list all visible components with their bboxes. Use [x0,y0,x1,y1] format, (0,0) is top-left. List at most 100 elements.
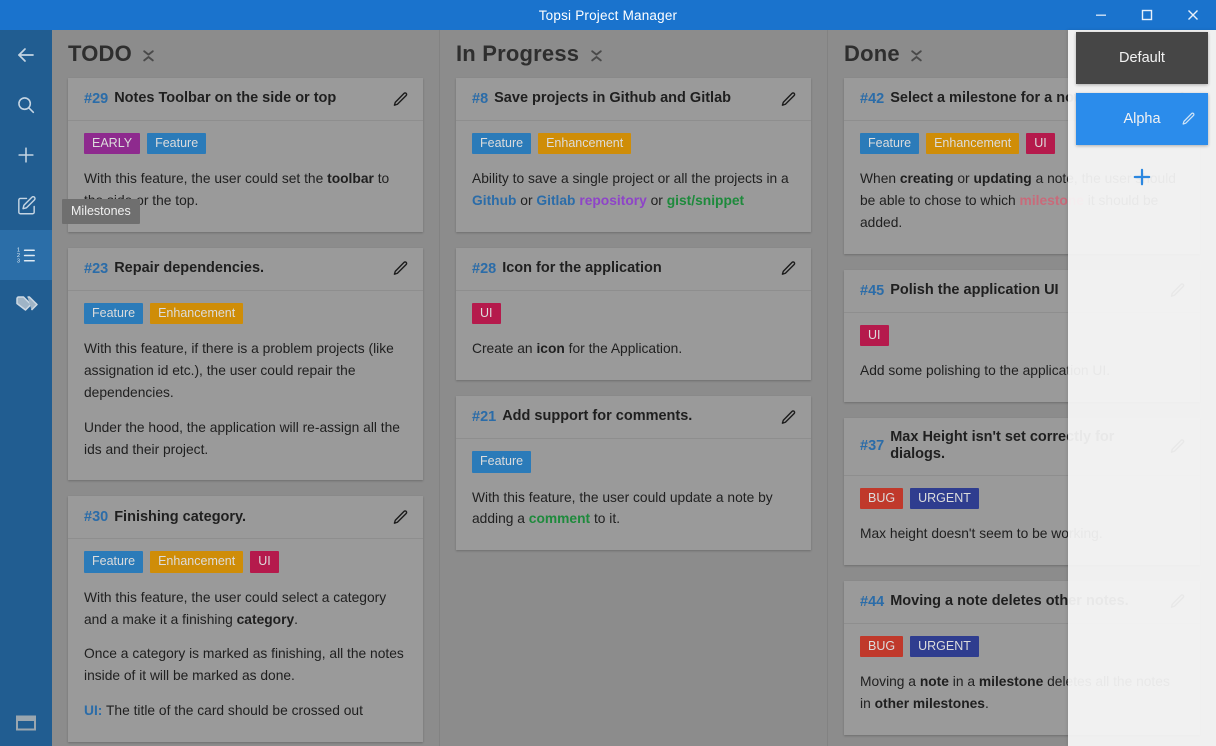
collapse-column-icon[interactable] [909,43,925,65]
milestone-label: Alpha [1123,111,1161,127]
tag-badge[interactable]: URGENT [910,635,979,658]
tag-badge[interactable]: UI [860,324,889,347]
svg-text:3: 3 [16,258,19,264]
column-todo: TODO #29 Notes Toolbar on the side or to… [52,30,440,746]
sidebar: 1 2 3 [0,30,52,746]
desc-fragment: With this feature, the user could select… [84,589,387,627]
card-description: Ability to save a single project or all … [472,168,795,212]
tag-badge[interactable]: Enhancement [926,133,1020,155]
tooltip-milestones: Milestones [62,199,140,224]
card-description: Create an icon for the Application. [472,338,795,360]
sidebar-item-tags[interactable] [0,280,52,330]
milestone-label: Default [1119,50,1165,66]
tag-badge[interactable]: EARLY [84,133,141,155]
edit-card-icon[interactable] [392,91,409,108]
add-milestone-button[interactable] [1068,154,1216,200]
milestone-item-default[interactable]: Default [1076,32,1208,84]
column-title: Done [844,41,900,66]
edit-card-icon[interactable] [392,260,409,277]
tag-badge[interactable]: UI [472,302,501,325]
sidebar-item-layout[interactable] [0,700,52,746]
desc-fragment: to it. [590,511,621,527]
collapse-column-icon[interactable] [588,43,604,65]
card-tags: UI [472,302,795,325]
card-id: #21 [472,409,497,426]
desc-fragment: toolbar [327,171,374,187]
note-card[interactable]: #8 Save projects in Github and Gitlab Fe… [456,78,811,232]
card-title: Finishing category. [114,508,247,525]
minimize-icon[interactable] [1078,0,1124,30]
desc-fragment: When [860,171,900,187]
desc-fragment: or [953,171,974,187]
tag-badge[interactable]: UI [250,551,279,573]
card-paragraph: Ability to save a single project or all … [472,168,795,212]
desc-fragment: Under the hood, the application will re-… [84,419,400,457]
card-id: #42 [860,91,885,107]
card-body: Feature Enhancement Ability to save a sin… [456,121,811,232]
card-paragraph: With this feature, the user could select… [84,587,407,631]
card-body: Feature With this feature, the user coul… [456,439,811,550]
desc-fragment: icon [536,341,565,357]
card-body: Feature Enhancement With this feature, if… [68,291,423,480]
close-icon[interactable] [1170,0,1216,30]
sidebar-item-notes[interactable] [0,180,52,230]
tag-badge[interactable]: UI [1026,133,1055,155]
note-card[interactable]: #30 Finishing category. Feature Enhanceme… [68,496,423,742]
column-header: TODO [52,30,439,78]
sidebar-item-add[interactable] [0,130,52,180]
card-id: #44 [860,593,885,610]
sidebar-item-milestones[interactable]: 1 2 3 [0,230,52,280]
sidebar-item-back[interactable] [0,30,52,80]
edit-card-icon[interactable] [780,260,797,277]
desc-fragment: Create an [472,341,537,357]
card-id: #45 [860,282,885,299]
desc-fragment: other milestones [874,696,985,712]
card-id: #30 [84,509,109,526]
desc-fragment: Gitlab [536,193,576,209]
tag-badge[interactable]: Feature [84,551,144,573]
tag-badge[interactable]: Enhancement [150,302,244,325]
tag-badge[interactable]: URGENT [910,487,979,510]
edit-milestone-icon[interactable] [1181,112,1196,127]
tag-badge[interactable]: Feature [84,302,144,325]
edit-card-icon[interactable] [780,91,797,108]
note-card[interactable]: #21 Add support for comments. Feature Wi… [456,396,811,551]
card-paragraph: With this feature, the user could update… [472,487,795,531]
card-tags: Feature Enhancement [472,133,795,155]
tag-badge[interactable]: BUG [860,487,904,510]
tag-badge[interactable]: Feature [472,451,532,473]
desc-fragment: . [984,696,989,712]
desc-fragment: creating [899,171,954,187]
card-tags: Feature Enhancement [84,302,407,325]
milestone-item-alpha[interactable]: Alpha [1076,93,1208,145]
desc-fragment: in a [948,674,979,690]
tag-badge[interactable]: Feature [472,133,532,155]
maximize-icon[interactable] [1124,0,1170,30]
note-card[interactable]: #23 Repair dependencies. Feature Enhancem… [68,247,423,481]
desc-fragment: gist/snippet [666,193,745,209]
tag-badge[interactable]: Enhancement [538,133,632,155]
card-tags: Feature Enhancement UI [84,551,407,573]
card-description: With this feature, the user could select… [84,587,407,722]
desc-fragment: milestone [978,674,1044,690]
tag-badge[interactable]: Enhancement [150,551,244,573]
tag-badge[interactable]: Feature [860,133,920,155]
sidebar-item-search[interactable] [0,80,52,130]
edit-card-icon[interactable] [392,509,409,526]
title-bar: Topsi Project Manager [0,0,1216,30]
card-header: #29 Notes Toolbar on the side or top [68,78,423,121]
tag-badge[interactable]: Feature [147,133,207,155]
desc-fragment: note [919,674,949,690]
column-title: In Progress [456,41,580,66]
card-header: #23 Repair dependencies. [68,248,423,291]
desc-fragment: category [236,611,295,627]
board: TODO #29 Notes Toolbar on the side or to… [52,30,1216,746]
card-tags: EARLY Feature [84,133,407,155]
card-paragraph: Under the hood, the application will re-… [84,417,407,461]
card-id: #37 [860,438,885,455]
collapse-column-icon[interactable] [141,43,157,65]
note-card[interactable]: #28 Icon for the application UI Create a… [456,247,811,381]
desc-fragment: or [646,193,667,209]
tag-badge[interactable]: BUG [860,635,904,658]
edit-card-icon[interactable] [780,409,797,426]
